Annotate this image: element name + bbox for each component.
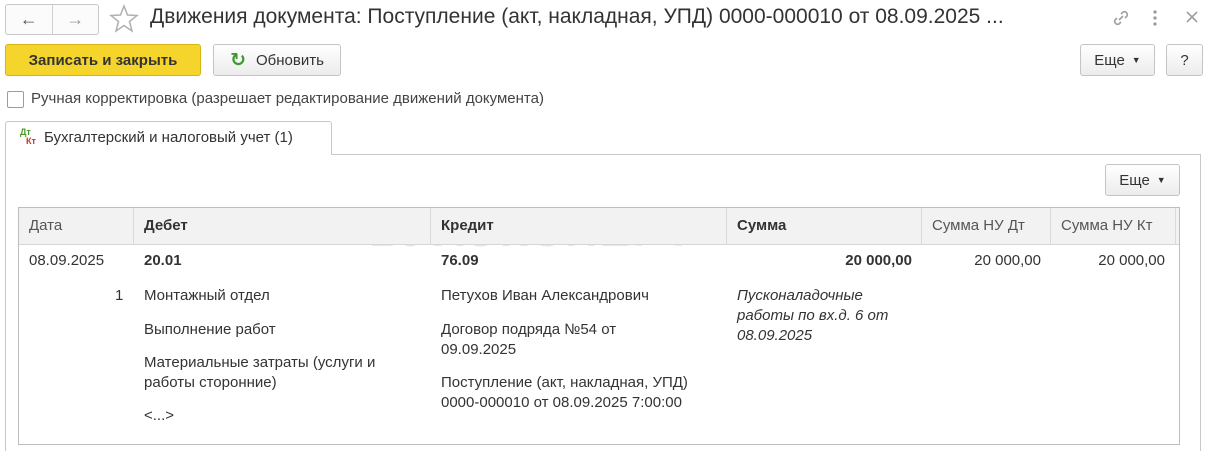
column-date[interactable]: Дата xyxy=(19,208,134,244)
tab-accounting-label: Бухгалтерский и налоговый учет (1) xyxy=(44,129,293,146)
column-sum-nu-dt[interactable]: Сумма НУ Дт xyxy=(922,208,1051,244)
table-header: Дата Дебет Кредит Сумма Сумма НУ Дт Сумм… xyxy=(19,208,1179,245)
entries-table: БУХЭКСПЕРТ Дата Дебет Кредит Сумма Сумма… xyxy=(18,207,1180,445)
refresh-icon: ↻ xyxy=(230,49,246,71)
help-button[interactable]: ? xyxy=(1166,44,1203,76)
cell-date: 08.09.2025 xyxy=(29,252,105,269)
manual-correction-checkbox[interactable] xyxy=(7,91,24,108)
cell-line-number: 1 xyxy=(115,287,124,304)
arrow-left-icon: ← xyxy=(19,9,38,29)
chevron-down-icon: ▼ xyxy=(1156,175,1166,185)
tab-accounting[interactable]: Дт Кт Бухгалтерский и налоговый учет (1) xyxy=(5,121,332,155)
navigation-buttons: ← → xyxy=(5,4,99,35)
cell-credit-account: 76.09 xyxy=(441,252,479,269)
chevron-down-icon: ▼ xyxy=(1131,55,1141,65)
cell-sum: 20 000,00 xyxy=(845,252,912,269)
save-and-close-label: Записать и закрыть xyxy=(28,51,178,69)
cell-credit-subconto-1: Петухов Иван Александрович xyxy=(441,287,649,304)
dt-kt-icon: Дт Кт xyxy=(20,127,36,146)
column-sum[interactable]: Сумма xyxy=(727,208,922,244)
refresh-button[interactable]: ↻ Обновить xyxy=(213,44,341,76)
cell-content: Пусконаладочные работы по вх.д. 6 от 08.… xyxy=(737,287,889,344)
column-debit[interactable]: Дебет xyxy=(134,208,431,244)
cell-debit-subconto-3: Материальные затраты (услуги и работы ст… xyxy=(144,354,376,391)
cell-credit-subconto-2: Договор подряда №54 от 09.09.2025 xyxy=(441,321,617,358)
refresh-label: Обновить xyxy=(256,51,324,69)
help-label: ? xyxy=(1180,51,1189,69)
table-more-label: Еще xyxy=(1119,171,1150,189)
more-button[interactable]: Еще ▼ xyxy=(1080,44,1155,76)
page-title: Движения документа: Поступление (акт, на… xyxy=(150,5,1004,28)
more-vertical-icon[interactable] xyxy=(1150,8,1160,28)
column-sum-nu-kt[interactable]: Сумма НУ Кт xyxy=(1051,208,1176,244)
link-icon[interactable] xyxy=(1110,7,1132,29)
forward-button[interactable]: → xyxy=(53,5,99,34)
cell-debit-subconto-1: Монтажный отдел xyxy=(144,287,270,304)
cell-debit-more[interactable]: <...> xyxy=(144,406,174,426)
cell-sum-nu-dt: 20 000,00 xyxy=(974,252,1041,269)
cell-credit-subconto-3: Поступление (акт, накладная, УПД) 0000-0… xyxy=(441,374,688,411)
close-icon[interactable] xyxy=(1185,10,1199,24)
manual-correction-label[interactable]: Ручная корректировка (разрешает редактир… xyxy=(31,90,544,107)
arrow-right-icon: → xyxy=(66,9,85,29)
cell-debit-subconto-2: Выполнение работ xyxy=(144,321,276,338)
back-button[interactable]: ← xyxy=(6,5,53,34)
cell-debit-account: 20.01 xyxy=(144,252,182,269)
cell-sum-nu-kt: 20 000,00 xyxy=(1098,252,1165,269)
more-label: Еще xyxy=(1094,51,1125,69)
column-credit[interactable]: Кредит xyxy=(431,208,727,244)
table-more-button[interactable]: Еще ▼ xyxy=(1105,164,1180,196)
save-and-close-button[interactable]: Записать и закрыть xyxy=(5,44,201,76)
star-icon[interactable] xyxy=(108,3,140,35)
